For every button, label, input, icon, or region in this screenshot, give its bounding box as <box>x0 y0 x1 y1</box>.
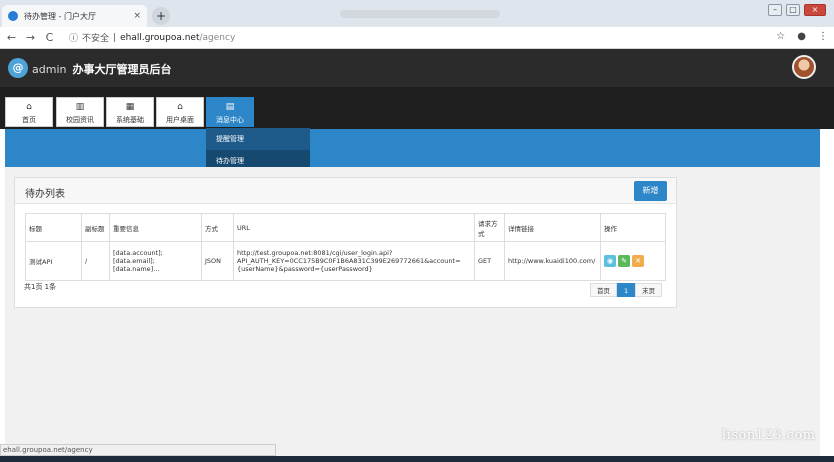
last-page-button[interactable]: 末页 <box>635 283 663 297</box>
tab-message-center[interactable]: ▤ 消息中心 <box>206 97 254 127</box>
cell-title: 测试API <box>25 241 82 281</box>
page-summary: 共1页 1条 <box>24 283 57 291</box>
app-brand: admin 办事大厅管理员后台 <box>32 63 172 76</box>
back-icon[interactable]: ← <box>4 31 19 44</box>
col-header: 操作 <box>600 213 666 242</box>
table-header-row: 标题 副标题 重要信息 方式 URL 请求方式 详情链接 操作 <box>25 213 666 242</box>
table-row: 测试API / [data.account]; [data.email]; [d… <box>25 241 666 281</box>
todo-panel: 待办列表 新增 标题 副标题 重要信息 方式 URL 请求方式 详情链接 操作 … <box>14 177 677 308</box>
col-header: 方式 <box>201 213 234 242</box>
menu-item-reminder[interactable]: 提醒管理 <box>206 128 310 150</box>
submenu-band <box>5 129 820 167</box>
cell-method: JSON <box>201 241 234 281</box>
col-header: 重要信息 <box>109 213 202 242</box>
tab-system-base[interactable]: ▦ 系统基础 <box>106 97 154 127</box>
minimize-button[interactable]: – <box>768 4 782 16</box>
cell-detail: http://www.kuaidi100.com/ <box>504 241 601 281</box>
reload-icon[interactable]: C <box>42 31 57 44</box>
edit-icon[interactable]: ✎ <box>618 255 630 267</box>
maximize-button[interactable]: □ <box>786 4 800 16</box>
tab-title: 待办管理 - 门户大厅 <box>24 11 96 21</box>
close-window-button[interactable]: × <box>804 4 826 16</box>
watermark: lison123.com <box>722 428 816 443</box>
home-icon: ⌂ <box>177 102 183 112</box>
account-icon[interactable]: ● <box>797 31 806 42</box>
cell-request: GET <box>474 241 505 281</box>
tab-home[interactable]: ⌂ 首页 <box>5 97 53 127</box>
chart-icon: ▥ <box>75 102 85 112</box>
add-button[interactable]: 新增 <box>634 181 667 201</box>
pagination: 首页 1 末页 <box>590 283 663 297</box>
app-title: 办事大厅管理员后台 <box>72 63 172 76</box>
omnibox[interactable]: ⓘ 不安全 | ehall.groupoa.net/agency <box>69 31 235 45</box>
col-header: 详情链接 <box>504 213 601 242</box>
row-actions: ◉ ✎ ✕ <box>604 255 662 267</box>
url-text[interactable]: ehall.groupoa.net/agency <box>120 33 235 43</box>
tab-close-icon[interactable]: × <box>133 11 141 21</box>
browser-tab[interactable]: 待办管理 - 门户大厅 × <box>2 5 147 27</box>
new-tab-button[interactable]: + <box>152 7 170 25</box>
tab-campus-news[interactable]: ▥ 校园资讯 <box>56 97 104 127</box>
col-header: URL <box>233 213 475 242</box>
todo-table: 标题 副标题 重要信息 方式 URL 请求方式 详情链接 操作 测试API / … <box>25 213 666 281</box>
bookmark-star-icon[interactable]: ☆ <box>776 31 785 42</box>
col-header: 请求方式 <box>474 213 505 242</box>
app-header: @ admin 办事大厅管理员后台 <box>0 49 834 87</box>
grid-icon: ▦ <box>125 102 135 112</box>
home-icon: ⌂ <box>26 102 32 112</box>
favicon-icon <box>8 11 18 21</box>
logo-icon: @ <box>8 58 28 78</box>
tab-user-desktop[interactable]: ⌂ 用户桌面 <box>156 97 204 127</box>
message-center-dropdown: 提醒管理 待办管理 <box>206 128 310 172</box>
address-bar: ← → C ⓘ 不安全 | ehall.groupoa.net/agency ☆… <box>0 27 834 49</box>
cell-subtitle: / <box>81 241 110 281</box>
window-controls: – □ × <box>768 4 826 16</box>
panel-title: 待办列表 <box>25 189 65 200</box>
delete-icon[interactable]: ✕ <box>632 255 644 267</box>
current-page-button[interactable]: 1 <box>617 283 636 297</box>
blurred-window-title <box>340 10 500 18</box>
menu-icon[interactable]: ⋮ <box>818 31 828 42</box>
cell-url: http://test.groupoa.net:8081/cgi/user_lo… <box>233 241 475 281</box>
col-header: 副标题 <box>81 213 110 242</box>
status-bar-url: ehall.groupoa.net/agency <box>0 444 276 456</box>
first-page-button[interactable]: 首页 <box>590 283 617 297</box>
insecure-label: 不安全 <box>82 34 110 44</box>
cell-info: [data.account]; [data.email]; [data.name… <box>109 241 202 281</box>
avatar[interactable] <box>792 55 816 79</box>
table-icon: ▤ <box>225 102 235 112</box>
forward-icon[interactable]: → <box>23 31 38 44</box>
col-header: 标题 <box>25 213 82 242</box>
view-icon[interactable]: ◉ <box>604 255 616 267</box>
info-icon[interactable]: ⓘ <box>69 31 78 44</box>
os-taskbar <box>0 456 834 462</box>
